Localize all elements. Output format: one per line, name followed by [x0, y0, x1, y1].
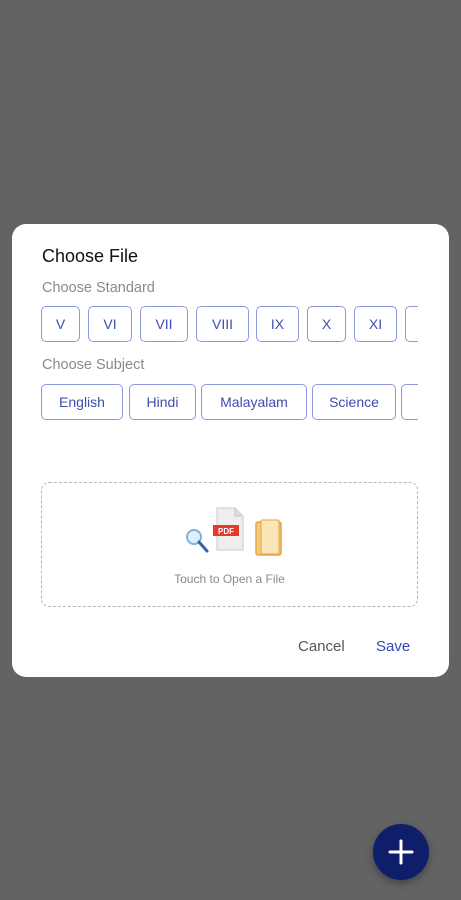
dropzone-text: Touch to Open a File: [174, 572, 285, 586]
document-icon: [255, 519, 282, 556]
standard-chip-vi[interactable]: VI: [88, 306, 132, 342]
add-fab-button[interactable]: [373, 824, 429, 880]
pdf-file-icon: PDF: [213, 507, 244, 551]
subject-chip-english[interactable]: English: [41, 384, 123, 420]
subject-chip-malayalam[interactable]: Malayalam: [201, 384, 307, 420]
standard-chip-partial[interactable]: [405, 306, 418, 342]
standard-chip-v[interactable]: V: [41, 306, 80, 342]
subject-chip-partial[interactable]: [401, 384, 418, 420]
subject-chip-hindi[interactable]: Hindi: [129, 384, 196, 420]
standard-label: Choose Standard: [42, 280, 155, 296]
dialog-title: Choose File: [42, 246, 139, 266]
choose-file-dialog: Choose File Choose Standard V VI VII VII…: [12, 224, 449, 677]
plus-icon: [388, 839, 414, 865]
subject-chip-science[interactable]: Science: [312, 384, 396, 420]
subject-chip-row[interactable]: English Hindi Malayalam Science: [41, 384, 418, 424]
magnifier-icon: [186, 529, 209, 553]
subject-label: Choose Subject: [42, 357, 145, 373]
standard-chip-viii[interactable]: VIII: [196, 306, 249, 342]
svg-text:PDF: PDF: [218, 527, 234, 536]
standard-chip-xi[interactable]: XI: [354, 306, 397, 342]
cancel-button[interactable]: Cancel: [298, 638, 345, 655]
standard-chip-row[interactable]: V VI VII VIII IX X XI: [41, 306, 418, 346]
save-button[interactable]: Save: [376, 638, 410, 655]
standard-chip-vii[interactable]: VII: [140, 306, 188, 342]
file-dropzone[interactable]: PDF Touch to Open a File: [41, 482, 418, 607]
file-type-icons: PDF: [186, 507, 282, 556]
standard-chip-x[interactable]: X: [307, 306, 346, 342]
standard-chip-ix[interactable]: IX: [256, 306, 299, 342]
